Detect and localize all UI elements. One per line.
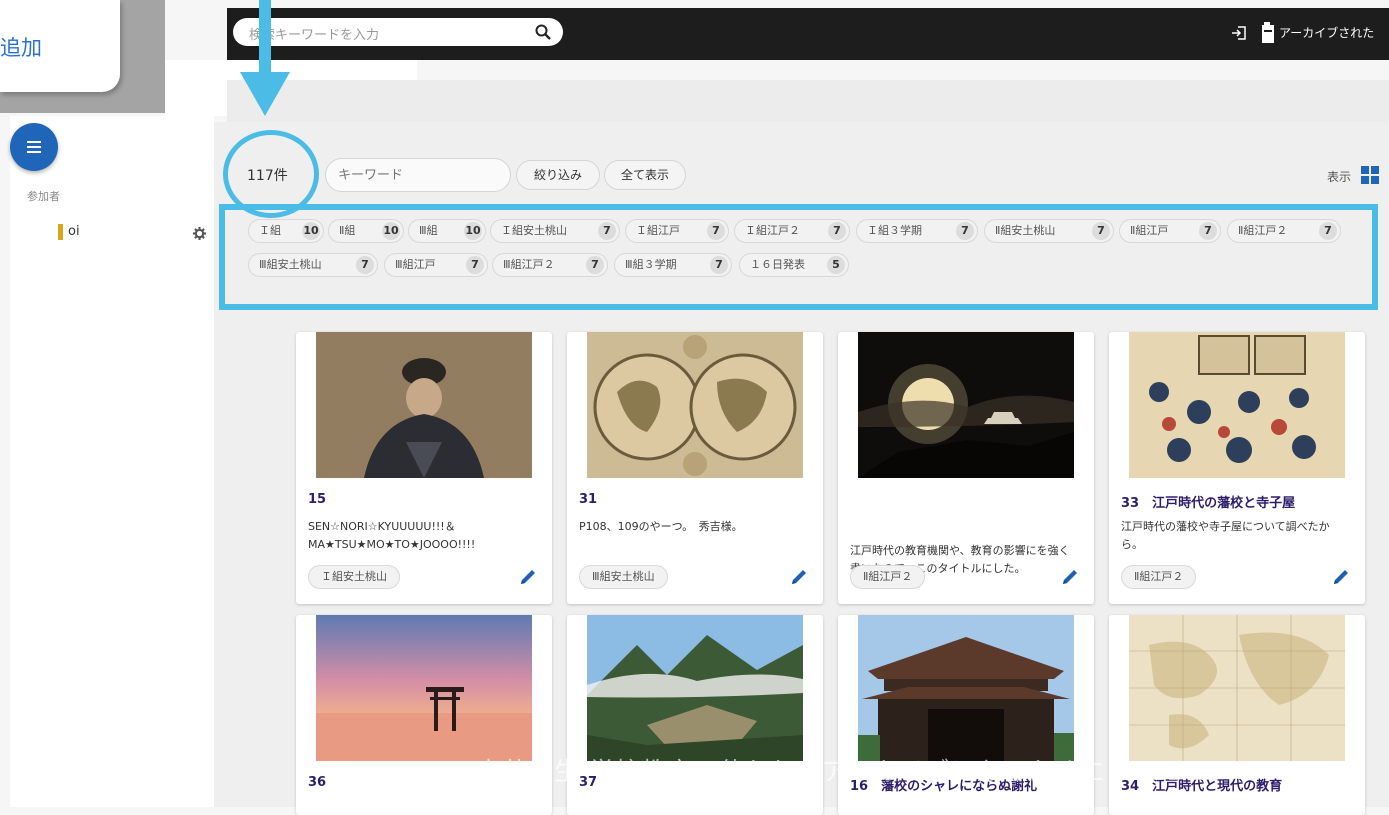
card-thumbnail[interactable] [587,332,803,478]
tag-chip-count: 7 [956,222,974,240]
edit-pencil-icon[interactable] [1331,567,1351,591]
tag-chip[interactable]: Ⅱ組江戸２ 7 [1227,219,1341,243]
view-mode-label: 表示 [1327,170,1352,184]
tag-chip[interactable]: Ⅲ組江戸 7 [384,253,488,277]
show-all-button[interactable]: 全て表示 [604,160,686,190]
card-thumbnail[interactable] [858,332,1074,478]
tag-chip[interactable]: Ｉ組３学期 7 [856,219,978,243]
tag-chip-label: Ⅲ組江戸２ [503,258,555,271]
tag-chip-label: Ⅲ組江戸 [395,258,436,271]
tag-chip-label: Ｉ組江戸２ [745,224,800,237]
tag-chip[interactable]: Ⅱ組 10 [328,219,404,243]
sub-toolbar [227,80,1389,122]
tag-chip[interactable]: Ⅱ組江戸 7 [1119,219,1221,243]
card-description: SEN☆NORI☆KYUUUUU!!!＆ MA★TSU★MO★TO★JOOOO!… [308,520,476,551]
tag-chip-label: Ｉ組３学期 [867,224,922,237]
tag-chip-label: Ｉ組 [259,224,281,237]
search-icon[interactable] [535,24,551,44]
tag-chip-count: 10 [464,222,482,240]
archive-card[interactable]: 江戸時代の教育機関や、教育の影響にを強く書いたので、このタイトルにした。 Ⅱ組江戸… [838,332,1094,604]
participant-color-swatch [58,224,63,240]
tag-chip[interactable]: Ⅲ組 10 [408,219,486,243]
tag-chip-label: Ⅱ組江戸２ [1238,224,1288,237]
card-thumbnail[interactable] [316,332,532,478]
card-tag-chip[interactable]: Ⅲ組安土桃山 [579,565,668,589]
annotation-arrow [236,0,294,124]
card-description: P108、109のやーつ。 秀吉様。 [579,520,743,533]
tag-chip-label: Ⅲ組３学期 [625,258,677,271]
tag-chip[interactable]: Ｉ組江戸２ 7 [734,219,850,243]
tag-chip-count: 7 [356,256,374,274]
card-title: 31 [579,492,598,507]
sidebar: 参加者 oi [10,116,214,807]
tag-chip-count: 7 [1199,222,1217,240]
filter-button[interactable]: 絞り込み [516,160,600,190]
gear-icon[interactable] [193,225,206,244]
archive-card[interactable]: 15 SEN☆NORI☆KYUUUUU!!!＆ MA★TSU★MO★TO★JOOO… [296,332,552,604]
add-menu-item[interactable]: 追加 [0,32,42,62]
tag-chip[interactable]: Ⅲ組安土桃山 7 [248,253,378,277]
card-thumbnail[interactable] [1129,332,1345,478]
card-title: 36 [308,775,327,790]
tag-chip-label: Ｉ組江戸 [636,224,680,237]
tag-chip-count: 7 [710,256,728,274]
keyword-filter-input[interactable] [325,158,511,192]
tag-chip-count: 7 [586,256,604,274]
edit-pencil-icon[interactable] [789,567,809,591]
tag-chip-label: Ⅲ組 [419,224,438,237]
overlay-menu-card: 追加 [0,0,120,92]
card-thumbnail[interactable] [1129,615,1345,761]
tag-chip[interactable]: １６日発表 5 [739,253,849,277]
tag-chip-count: 7 [1319,222,1337,240]
tag-chip[interactable]: Ｉ組 10 [248,219,324,243]
tag-chip-count: 7 [598,222,616,240]
edit-pencil-icon[interactable] [1060,567,1080,591]
card-description: 江戸時代の藩校や寺子屋について調べたから。 [1121,520,1330,551]
menu-button[interactable] [10,123,58,171]
card-tag-chip[interactable]: Ⅱ組江戸２ [1121,565,1197,589]
watermark: 大井将生 学校教育で使われるアーカイブになるために 2021-2 [476,757,1210,786]
participant-item[interactable]: oi [58,222,210,242]
login-icon[interactable] [1231,25,1247,45]
tag-chip-count: 10 [302,222,320,240]
tag-chip-label: Ⅱ組 [339,224,356,237]
archive-label[interactable]: アーカイブされた [1279,24,1374,41]
tag-chip-label: Ⅱ組江戸 [1130,224,1169,237]
tag-chip-label: Ｉ組安土桃山 [501,224,567,237]
tag-chip-count: 7 [466,256,484,274]
overlay-panel [165,60,227,116]
archive-card[interactable]: 31 P108、109のやーつ。 秀吉様。 Ⅲ組安土桃山 [567,332,823,604]
card-tag-chip[interactable]: Ⅱ組江戸２ [850,565,926,589]
card-title: 15 [308,492,327,507]
card-thumbnail[interactable] [316,615,532,761]
participants-label: 参加者 [27,190,60,203]
tag-chip-count: 5 [827,256,845,274]
tag-chip-label: Ⅱ組安土桃山 [995,224,1056,237]
menu-icon [27,141,41,143]
card-tag-chip[interactable]: Ｉ組安土桃山 [308,565,400,589]
card-thumbnail[interactable] [858,615,1074,761]
card-title: 33 江戸時代の藩校と寺子屋 [1121,496,1296,511]
tag-chip[interactable]: Ｉ組安土桃山 7 [490,219,620,243]
edit-pencil-icon[interactable] [518,567,538,591]
participant-name: oi [68,224,80,239]
tag-chip-label: １６日発表 [750,258,805,271]
card-thumbnail[interactable] [587,615,803,761]
tag-chip-count: 7 [1092,222,1110,240]
grid-view-icon[interactable] [1361,166,1379,188]
result-count: 117件 [247,168,288,184]
tag-chip[interactable]: Ⅲ組３学期 7 [614,253,732,277]
tag-chip[interactable]: Ｉ組江戸 7 [625,219,729,243]
tag-chip[interactable]: Ⅲ組江戸２ 7 [492,253,608,277]
archive-icon[interactable] [1261,22,1275,48]
archive-card[interactable]: 33 江戸時代の藩校と寺子屋江戸時代の藩校や寺子屋について調べたから。 Ⅱ組江戸２ [1109,332,1365,604]
tag-chip-count: 7 [828,222,846,240]
app-header: 検索キーワードを入力 アーカイブされた [227,8,1389,60]
tag-chip-label: Ⅲ組安土桃山 [259,258,322,271]
tag-chip-count: 7 [707,222,725,240]
tag-chip-count: 10 [382,222,400,240]
tag-chip[interactable]: Ⅱ組安土桃山 7 [984,219,1114,243]
